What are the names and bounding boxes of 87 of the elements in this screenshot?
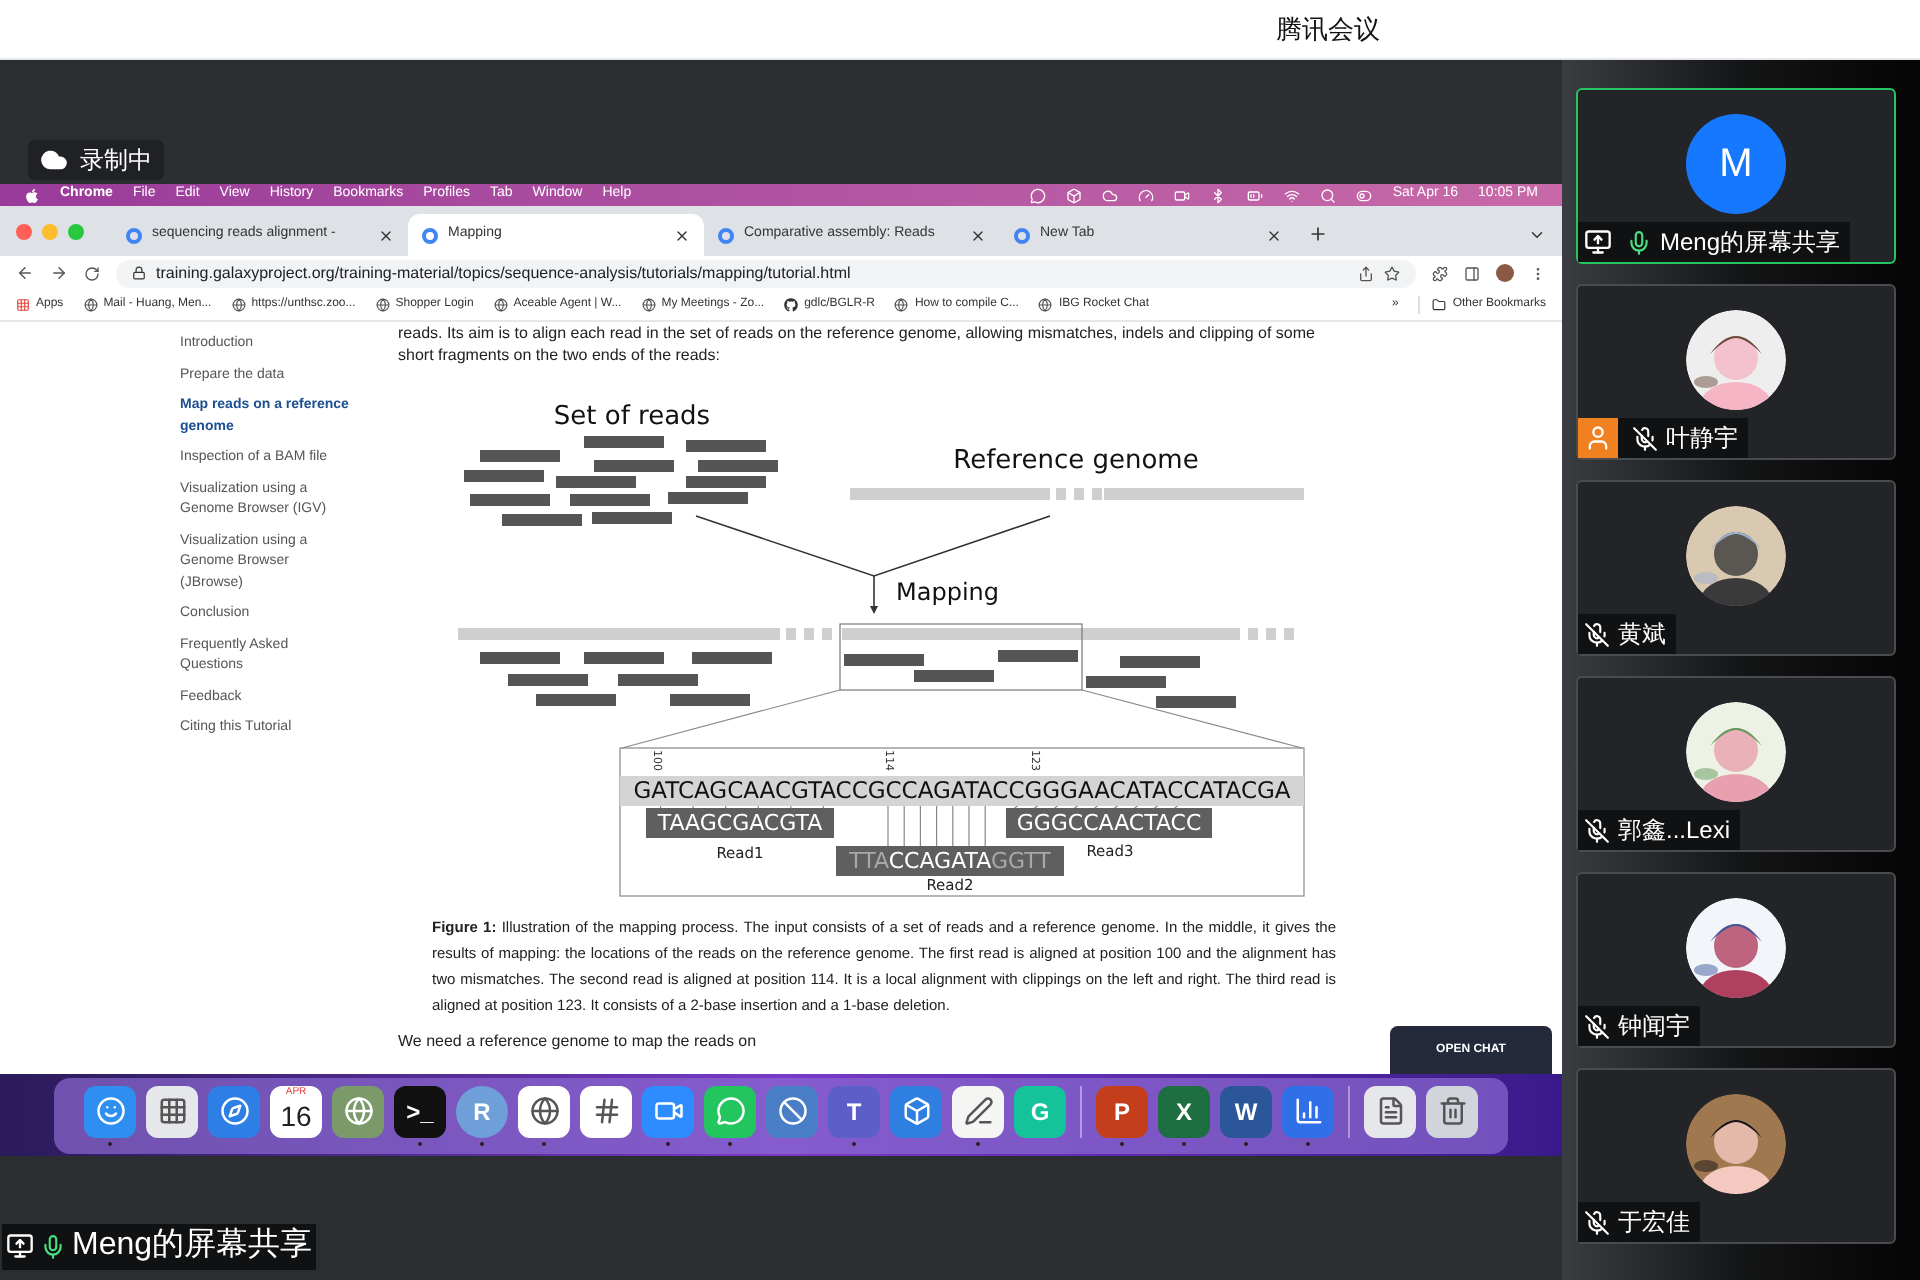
close-tab-icon[interactable] bbox=[378, 227, 394, 243]
body-paragraph: We need a reference genome to map the reads on bbox=[398, 1030, 759, 1052]
bluetooth-icon[interactable] bbox=[1210, 187, 1227, 203]
globe-icon bbox=[83, 298, 98, 312]
participant-name: 郭鑫...Lexi bbox=[1618, 814, 1731, 848]
folder-icon bbox=[1432, 298, 1447, 312]
app-icon[interactable] bbox=[518, 1085, 570, 1137]
battery-icon[interactable] bbox=[1246, 187, 1265, 203]
app-icon[interactable] bbox=[146, 1085, 198, 1137]
participant-tile[interactable]: M Meng的屏幕共享 bbox=[1576, 88, 1896, 264]
globe-icon bbox=[641, 298, 656, 312]
chat-icon[interactable] bbox=[1030, 187, 1047, 203]
app-icon[interactable] bbox=[704, 1085, 756, 1137]
reference-sequence: GATCAGCAACGTACCGCCAGATACCGGGAACATACCATACGA bbox=[620, 776, 1304, 806]
forward-icon[interactable] bbox=[50, 264, 68, 282]
recording-label: 录制中 bbox=[80, 144, 152, 178]
globe-icon bbox=[493, 298, 508, 312]
mapping-label: Mapping bbox=[896, 578, 999, 606]
app-icon[interactable]: T bbox=[828, 1085, 880, 1137]
participant-name: 黄斌 bbox=[1618, 618, 1666, 652]
extensions-icon[interactable] bbox=[1432, 265, 1448, 281]
cloud-icon bbox=[40, 146, 68, 174]
app-icon[interactable] bbox=[208, 1085, 260, 1137]
globe-icon bbox=[375, 298, 390, 312]
share-icon[interactable] bbox=[1358, 265, 1374, 281]
figure-heading: Set of reads bbox=[553, 402, 711, 432]
read-sequence: TAAGCGACGTA bbox=[646, 808, 834, 838]
app-icon[interactable] bbox=[890, 1085, 942, 1137]
app-icon[interactable]: P bbox=[1096, 1085, 1148, 1137]
favicon-icon bbox=[1014, 227, 1030, 243]
camera-icon[interactable] bbox=[1174, 187, 1191, 203]
app-icon[interactable] bbox=[1282, 1085, 1334, 1137]
lock-icon bbox=[132, 266, 146, 280]
app-icon[interactable] bbox=[952, 1085, 1004, 1137]
tab-search-icon[interactable] bbox=[1528, 226, 1546, 244]
participant-tile[interactable]: 黄斌 bbox=[1576, 480, 1896, 656]
app-icon[interactable] bbox=[1426, 1085, 1478, 1137]
participant-name: 钟闻宇 bbox=[1618, 1010, 1690, 1044]
favicon-icon bbox=[422, 227, 438, 243]
favicon-icon bbox=[718, 227, 734, 243]
app-icon[interactable]: >_ bbox=[394, 1085, 446, 1137]
app-icon[interactable] bbox=[642, 1085, 694, 1137]
cloud-icon[interactable] bbox=[1102, 187, 1119, 203]
apps-grid-icon bbox=[16, 298, 30, 312]
reload-icon[interactable] bbox=[84, 265, 100, 281]
window-title: 腾讯会议 bbox=[1276, 11, 1380, 48]
participant-tile[interactable]: 郭鑫...Lexi bbox=[1576, 676, 1896, 852]
search-icon[interactable] bbox=[1320, 187, 1337, 203]
control-center-icon[interactable] bbox=[1356, 187, 1373, 203]
close-tab-icon[interactable] bbox=[1266, 227, 1282, 243]
figure-heading: Reference genome bbox=[953, 446, 1199, 476]
side-panel-icon[interactable] bbox=[1464, 265, 1480, 281]
participant-tile[interactable]: 于宏佳 bbox=[1576, 1068, 1896, 1244]
apple-icon bbox=[24, 187, 40, 203]
app-icon[interactable] bbox=[580, 1085, 632, 1137]
participant-tile[interactable]: 叶静宇 bbox=[1576, 284, 1896, 460]
globe-icon bbox=[231, 298, 246, 312]
bookmark-star-icon[interactable] bbox=[1384, 265, 1400, 281]
intro-paragraph: reads. Its aim is to align each read in the set of reads on the reference genome, allowing mismatches, indels and clipping of some short fragments on the two ends of the reads: bbox=[398, 322, 1317, 366]
participant-name: Meng的屏幕共享 bbox=[1660, 226, 1841, 260]
read-sequence: GGGCCAACTACC bbox=[1006, 808, 1212, 838]
wifi-icon[interactable] bbox=[1284, 187, 1301, 203]
profile-avatar[interactable] bbox=[1496, 264, 1514, 282]
globe-icon bbox=[894, 298, 909, 312]
app-icon[interactable]: W bbox=[1220, 1085, 1272, 1137]
avatar: M bbox=[1686, 114, 1786, 214]
back-icon[interactable] bbox=[16, 264, 34, 282]
app-icon[interactable] bbox=[766, 1085, 818, 1137]
app-icon[interactable] bbox=[332, 1085, 384, 1137]
gauge-icon[interactable] bbox=[1138, 187, 1155, 203]
close-tab-icon[interactable] bbox=[970, 227, 986, 243]
participant-name: 叶静宇 bbox=[1666, 422, 1738, 456]
globe-icon bbox=[1038, 298, 1053, 312]
new-tab-icon[interactable] bbox=[1308, 224, 1328, 244]
sharer-name: Meng的屏幕共享 bbox=[72, 1225, 313, 1266]
box-icon[interactable] bbox=[1066, 187, 1083, 203]
calendar-day: 16 bbox=[280, 1099, 312, 1131]
favicon-icon bbox=[126, 227, 142, 243]
app-icon[interactable] bbox=[84, 1085, 136, 1137]
close-tab-icon[interactable] bbox=[674, 227, 690, 243]
github-icon bbox=[784, 298, 799, 312]
app-icon[interactable]: X bbox=[1158, 1085, 1210, 1137]
address-bar[interactable]: training.galaxyproject.org/training-material/topics/sequence-analysis/tutorials/mapping/tutorial.html bbox=[116, 259, 1416, 287]
participant-name: 于宏佳 bbox=[1618, 1206, 1690, 1240]
read-sequence: TTACCAGATAGGTT bbox=[836, 846, 1064, 876]
participant-tile[interactable]: 钟闻宇 bbox=[1576, 872, 1896, 1048]
app-icon[interactable] bbox=[1364, 1085, 1416, 1137]
